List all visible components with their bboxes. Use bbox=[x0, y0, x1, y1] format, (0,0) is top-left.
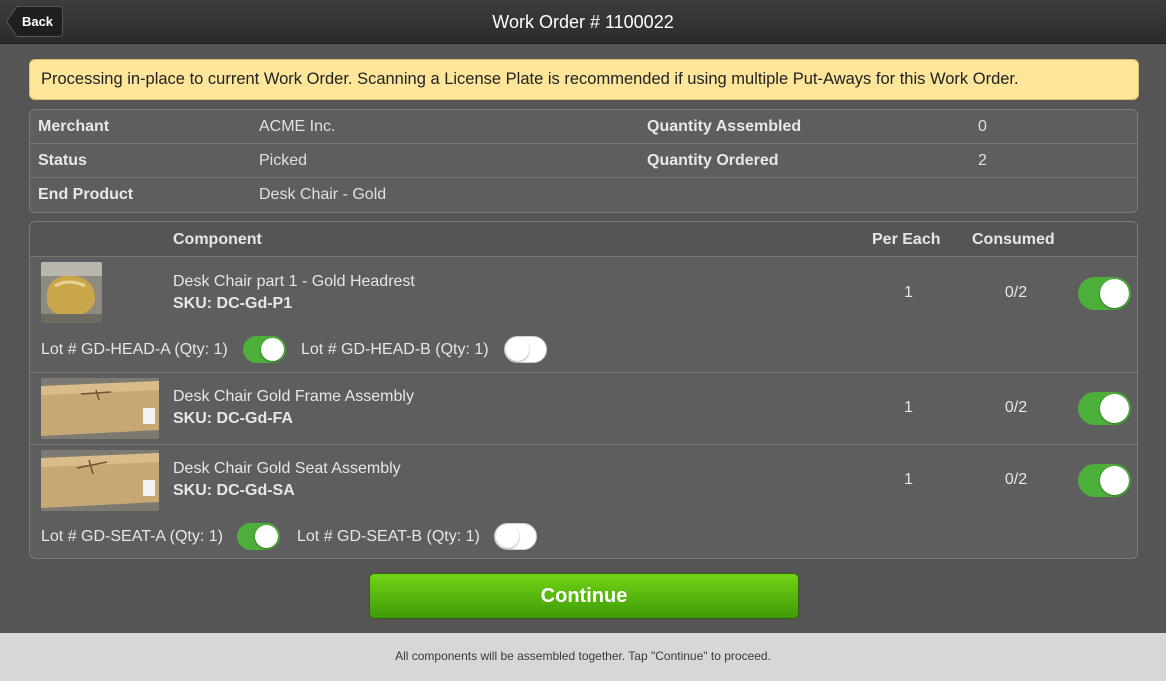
end-product-value: Desk Chair - Gold bbox=[259, 186, 387, 203]
frame-product-image bbox=[41, 378, 159, 439]
component-sku: SKU: DC-Gd-P1 bbox=[173, 295, 293, 312]
qty-ordered-label: Quantity Ordered bbox=[647, 152, 779, 169]
page-title: Work Order # 1100022 bbox=[492, 12, 674, 32]
column-per-each: Per Each bbox=[872, 231, 941, 248]
component-sku: SKU: DC-Gd-FA bbox=[173, 410, 293, 427]
component-toggle[interactable] bbox=[1078, 277, 1131, 310]
merchant-value: ACME Inc. bbox=[259, 118, 336, 135]
toggle-knob bbox=[506, 338, 529, 361]
component-toggle[interactable] bbox=[1078, 464, 1131, 497]
headrest-product-image bbox=[41, 262, 102, 323]
lot-label: Lot # GD-SEAT-A (Qty: 1) bbox=[41, 528, 223, 545]
components-table: Component Per Each Consumed Desk Chair p… bbox=[29, 221, 1138, 559]
component-name: Desk Chair Gold Frame Assembly bbox=[173, 388, 414, 405]
toggle-knob bbox=[1100, 466, 1129, 495]
consumed-value: 0/2 bbox=[1004, 399, 1028, 416]
detail-row-merchant: Merchant ACME Inc. Quantity Assembled 0 bbox=[30, 110, 1137, 144]
lot-toggle-gd-head-b[interactable] bbox=[504, 336, 547, 363]
top-bar: Back Work Order # 1100022 bbox=[0, 0, 1166, 44]
lot-label: Lot # GD-SEAT-B (Qty: 1) bbox=[297, 528, 480, 545]
status-label: Status bbox=[38, 152, 87, 169]
toggle-knob bbox=[1100, 279, 1129, 308]
component-name: Desk Chair part 1 - Gold Headrest bbox=[173, 273, 415, 290]
component-row-seat: Desk Chair Gold Seat Assembly SKU: DC-Gd… bbox=[30, 445, 1137, 558]
component-toggle[interactable] bbox=[1078, 392, 1131, 425]
toggle-knob bbox=[1100, 394, 1129, 423]
work-order-details: Merchant ACME Inc. Quantity Assembled 0 … bbox=[29, 109, 1138, 213]
lot-toggle-gd-head-a[interactable] bbox=[243, 336, 286, 363]
qty-assembled-label: Quantity Assembled bbox=[647, 118, 802, 135]
component-row-headrest: Desk Chair part 1 - Gold Headrest SKU: D… bbox=[30, 257, 1137, 373]
toggle-knob bbox=[255, 525, 278, 548]
component-row-frame: Desk Chair Gold Frame Assembly SKU: DC-G… bbox=[30, 373, 1137, 445]
consumed-value: 0/2 bbox=[1004, 471, 1028, 488]
qty-assembled-value: 0 bbox=[978, 118, 987, 135]
column-component: Component bbox=[173, 231, 262, 248]
qty-ordered-value: 2 bbox=[978, 152, 987, 169]
end-product-label: End Product bbox=[38, 186, 134, 203]
toggle-knob bbox=[496, 525, 519, 548]
consumed-value: 0/2 bbox=[1004, 284, 1028, 301]
toggle-knob bbox=[261, 338, 284, 361]
per-each-value: 1 bbox=[904, 471, 913, 488]
per-each-value: 1 bbox=[904, 284, 913, 301]
components-header: Component Per Each Consumed bbox=[30, 222, 1137, 257]
column-consumed: Consumed bbox=[972, 231, 1055, 248]
lot-label: Lot # GD-HEAD-B (Qty: 1) bbox=[301, 341, 489, 358]
detail-row-end-product: End Product Desk Chair - Gold bbox=[30, 178, 1137, 212]
footer-hint: All components will be assembled togethe… bbox=[0, 633, 1166, 681]
merchant-label: Merchant bbox=[38, 118, 110, 135]
component-sku: SKU: DC-Gd-SA bbox=[173, 482, 295, 499]
lot-toggle-gd-seat-a[interactable] bbox=[237, 523, 280, 550]
detail-row-status: Status Picked Quantity Ordered 2 bbox=[30, 144, 1137, 178]
seat-product-image bbox=[41, 450, 159, 511]
lot-label: Lot # GD-HEAD-A (Qty: 1) bbox=[41, 341, 228, 358]
lot-toggle-gd-seat-b[interactable] bbox=[494, 523, 537, 550]
per-each-value: 1 bbox=[904, 399, 913, 416]
status-value: Picked bbox=[259, 152, 308, 169]
continue-button[interactable]: Continue bbox=[369, 573, 799, 619]
info-notice: Processing in-place to current Work Orde… bbox=[29, 59, 1139, 100]
component-name: Desk Chair Gold Seat Assembly bbox=[173, 460, 401, 477]
